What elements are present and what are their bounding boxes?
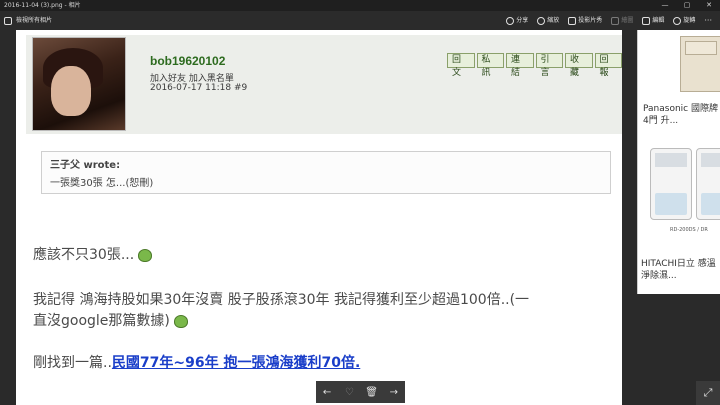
zoom-button[interactable]: 縮放 <box>537 11 559 30</box>
screenshot-page: bob19620102 加入好友 加入黑名單 2016-07-17 11:18 … <box>16 30 622 405</box>
view-all-photos-button[interactable]: 檢視所有相片 <box>4 11 52 30</box>
next-arrow-icon[interactable]: → <box>384 387 404 398</box>
edit-button[interactable]: 編輯 <box>642 11 664 30</box>
refrigerator-image[interactable] <box>680 36 720 92</box>
share-button[interactable]: 分享 <box>506 11 528 30</box>
username[interactable]: bob19620102 <box>150 54 225 68</box>
quote-button[interactable]: 引言 <box>535 53 563 78</box>
dehumidifier-panel <box>701 153 720 167</box>
photo-nav-bar: ← ♡ 🗑 → <box>316 381 405 403</box>
rotate-button[interactable]: 旋轉 <box>673 11 695 30</box>
quote-author: 三子父 wrote: <box>50 160 121 171</box>
dehumidifier-tank <box>701 193 720 215</box>
smiley-icon <box>138 248 153 262</box>
ad-item-1-title[interactable]: Panasonic 國際牌4門 升... <box>643 103 720 127</box>
edit-icon <box>642 16 651 25</box>
user-avatar[interactable] <box>32 37 126 131</box>
post-date: 2016-07-17 11:18 #9 <box>150 83 248 93</box>
draw-label: 繪圖 <box>621 17 634 24</box>
zoom-label: 縮放 <box>547 17 560 24</box>
previous-arrow-icon[interactable]: ← <box>317 387 337 398</box>
post-line-1-text: 應該不只30張... <box>33 247 135 263</box>
photos-icon <box>4 16 12 25</box>
minimize-icon[interactable]: — <box>654 0 676 11</box>
post-line-2: 我記得 鴻海持股如果30年沒賣 股子股孫滾30年 我記得獲利至少超過100倍..… <box>33 289 529 309</box>
rotate-icon <box>673 16 682 25</box>
link-button[interactable]: 連結 <box>506 53 534 78</box>
article-link[interactable]: 民國77年~96年 抱一張鴻海獲利70倍. <box>112 355 360 371</box>
post-buttons: 回文 私訊 連結 引言 收藏 回報 <box>447 53 622 78</box>
post-line-4: 剛找到一篇..民國77年~96年 抱一張鴻海獲利70倍. <box>33 352 360 372</box>
photo-toolbar: 檢視所有相片 分享 縮放 投影片秀 繪圖 編輯 旋轉 ··· <box>0 11 720 30</box>
window-titlebar: 2016-11-04 (3).png - 相片 <box>0 0 720 11</box>
dehumidifier-image-2[interactable] <box>696 148 720 220</box>
fullscreen-icon[interactable]: ⤢ <box>696 381 720 405</box>
dehumidifier-image[interactable] <box>650 148 692 220</box>
slideshow-button[interactable]: 投影片秀 <box>568 11 602 30</box>
reply-button[interactable]: 回文 <box>447 53 475 78</box>
dehumidifier-tank <box>655 193 687 215</box>
share-label: 分享 <box>516 17 529 24</box>
window-title: 2016-11-04 (3).png - 相片 <box>4 2 81 9</box>
more-options-icon[interactable]: ··· <box>704 11 712 30</box>
ad-item-2-model: RD-200DS / DR <box>670 227 708 233</box>
draw-icon <box>611 16 620 25</box>
window-controls: — ▢ ✕ <box>654 0 720 11</box>
message-button[interactable]: 私訊 <box>476 53 504 78</box>
quote-box: 三子父 wrote: 一張獎30張 怎...(恕刪) <box>41 151 611 194</box>
maximize-icon[interactable]: ▢ <box>676 0 698 11</box>
delete-icon[interactable]: 🗑 <box>362 387 382 398</box>
post-line-1: 應該不只30張... <box>33 244 153 264</box>
sidebar-ad: Panasonic 國際牌4門 升... RD-200DS / DR HITAC… <box>637 30 720 294</box>
ad-item-2-title[interactable]: HITACHI日立 感溫 淨除濕... <box>641 258 720 282</box>
post-line-3: 直沒google那篇數據) <box>33 310 188 330</box>
fridge-door <box>685 41 717 55</box>
slideshow-icon <box>568 16 577 25</box>
slideshow-label: 投影片秀 <box>578 17 603 24</box>
draw-button[interactable]: 繪圖 <box>611 11 633 30</box>
quote-text: 一張獎30張 怎...(恕刪) <box>50 178 154 189</box>
close-icon[interactable]: ✕ <box>698 0 720 11</box>
edit-label: 編輯 <box>652 17 665 24</box>
avatar-face <box>51 66 91 116</box>
smiley-icon <box>173 314 188 328</box>
post-line-3-text: 直沒google那篇數據) <box>33 313 170 329</box>
view-all-photos-label: 檢視所有相片 <box>16 17 53 24</box>
favorite-icon[interactable]: ♡ <box>339 387 359 398</box>
dehumidifier-panel <box>655 153 687 167</box>
favorite-button[interactable]: 收藏 <box>565 53 593 78</box>
rotate-label: 旋轉 <box>683 17 696 24</box>
zoom-icon <box>537 16 546 25</box>
post-line-2-text: 我記得 鴻海持股如果30年沒賣 股子股孫滾30年 我記得獲利至少超過100倍..… <box>33 292 530 308</box>
toolbar-actions: 分享 縮放 投影片秀 繪圖 編輯 旋轉 ··· <box>506 11 712 30</box>
post-line-4-prefix: 剛找到一篇.. <box>33 355 112 371</box>
report-button[interactable]: 回報 <box>594 53 622 78</box>
share-icon <box>506 16 515 25</box>
